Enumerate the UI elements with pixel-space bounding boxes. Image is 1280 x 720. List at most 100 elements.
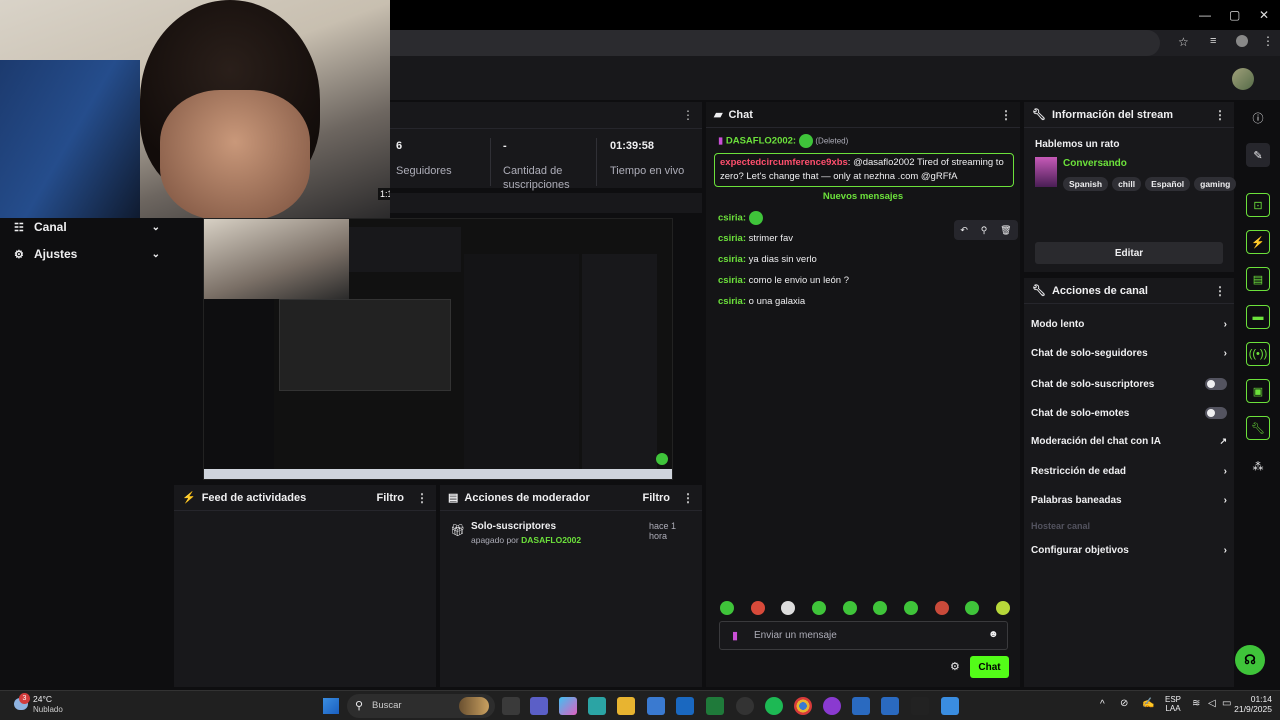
action-followers-only[interactable]: Chat de solo-seguidores › [1031,348,1227,359]
epic-games-icon[interactable] [911,697,929,715]
action-configure-goals[interactable]: Configurar objetivos › [1031,545,1227,556]
minimize-button[interactable]: — [1199,8,1211,22]
teams-icon[interactable] [530,697,548,715]
action-age-restriction[interactable]: Restricción de edad › [1031,466,1227,477]
stats-menu-icon[interactable]: ⋮ [682,108,694,122]
tag[interactable]: Spanish [1063,177,1109,191]
chrome-icon[interactable] [794,697,812,715]
taskbar-search[interactable]: ⚲ Buscar [347,694,495,718]
edit-stream-button[interactable]: Editar [1035,242,1223,264]
app-icon[interactable] [941,697,959,715]
emote-icon[interactable] [781,601,796,615]
stream-preview-video[interactable] [203,218,673,480]
tag[interactable]: gaming [1194,177,1237,191]
pin-icon[interactable]: ⚲ [981,225,988,236]
task-view-icon[interactable] [502,697,520,715]
stream-category[interactable]: Conversando [1063,158,1127,169]
app-icon[interactable] [823,697,841,715]
filter-button[interactable]: Filtro [377,492,405,504]
emote-icon[interactable] [842,601,857,615]
app-icon[interactable] [881,697,899,715]
maximize-button[interactable]: ▢ [1229,8,1240,22]
app-icon[interactable] [852,697,870,715]
weather-temp[interactable]: 24°C [33,694,52,704]
spotify-icon[interactable] [765,697,783,715]
language-indicator[interactable]: ESP LAA [1165,695,1181,713]
obs-icon[interactable] [736,697,754,715]
store-icon[interactable] [647,697,665,715]
chat-username[interactable]: DASAFLO2002: [726,136,796,147]
address-bar[interactable] [390,30,1160,56]
weather-desc[interactable]: Nublado [33,705,63,714]
action-ai-moderation[interactable]: Moderación del chat con IA ↗ [1031,436,1227,447]
volume-icon[interactable]: ◁ [1208,698,1216,709]
emote-icon[interactable] [811,601,826,615]
bookmark-star-icon[interactable]: ☆ [1178,35,1189,49]
emotes-only-toggle[interactable] [1205,407,1227,419]
filter-button[interactable]: Filtro [643,492,671,504]
battery-icon[interactable]: ▭ [1222,698,1231,709]
file-explorer-icon[interactable] [617,697,635,715]
mod-actions-menu-icon[interactable]: ⋮ [682,491,694,505]
outlook-icon[interactable] [676,697,694,715]
subscribers-only-toggle[interactable] [1205,378,1227,390]
send-chat-button[interactable]: Chat [970,656,1009,678]
scan-icon[interactable]: ⊡ [1246,193,1270,217]
document-icon[interactable]: ▤ [1246,267,1270,291]
info-icon[interactable]: ⓘ [1246,106,1270,130]
edge-icon[interactable] [588,697,606,715]
chat-input[interactable]: ▮ Enviar un mensaje ☻ [719,621,1008,650]
browser-menu-icon[interactable]: ⋮ [1262,34,1274,48]
profile-avatar[interactable] [1236,35,1248,47]
wrench-icon[interactable]: 🔧︎ [1246,416,1270,440]
mod-action-user[interactable]: DASAFLO2002 [521,535,581,545]
chat-menu-icon[interactable]: ⋮ [1000,108,1012,122]
emote-icon[interactable] [873,601,888,615]
chat-settings-gear-icon[interactable]: ⚙ [950,660,960,673]
gear-icon: ⚙ [14,248,24,261]
camera-switch-icon[interactable]: ▣ [1246,379,1270,403]
delete-icon[interactable]: 🗑︎ [1000,225,1011,236]
emote-icon[interactable] [903,601,918,615]
undo-icon[interactable]: ↶ [960,225,968,236]
chat-username[interactable]: csiria: [718,254,746,265]
nodes-icon[interactable]: ⁂ [1246,454,1270,478]
copilot-icon[interactable] [559,697,577,715]
wifi-icon[interactable]: ≋ [1192,698,1200,709]
emote-icon[interactable] [934,601,949,615]
chat-username[interactable]: csiria: [718,275,746,286]
excel-icon[interactable] [706,697,724,715]
chat-username[interactable]: expectedcircumference9xbs [720,157,848,168]
action-slow-mode[interactable]: Modo lento › [1031,319,1227,330]
stream-info-menu-icon[interactable]: ⋮ [1214,108,1226,122]
close-window-button[interactable]: ✕ [1259,8,1269,22]
bolt-icon[interactable]: ⚡ [1246,230,1270,254]
pen-icon[interactable]: ✍ [1142,698,1154,709]
emote-icon[interactable] [965,601,980,615]
action-label: Chat de solo-emotes [1031,407,1130,419]
tag[interactable]: Español [1145,177,1191,191]
windows-start-icon[interactable] [323,698,339,714]
emoji-icon[interactable]: ☻ [988,629,999,640]
action-banned-words[interactable]: Palabras baneadas › [1031,495,1227,506]
clock[interactable]: 01:14 21/9/2025 [1232,694,1272,714]
sidebar-item-canal[interactable]: ☷ Canal ⌄ [14,220,160,234]
emote-icon[interactable] [750,601,765,615]
media-controls-icon[interactable]: ≡ [1210,35,1216,47]
emote-icon[interactable] [995,601,1010,615]
tag[interactable]: chill [1112,177,1142,191]
chat-username[interactable]: csiria: [718,233,746,244]
pencil-icon[interactable]: ✎ [1246,143,1270,167]
chat-username[interactable]: csiria: [718,296,746,307]
chat-icon[interactable]: ▬ [1246,305,1270,329]
user-avatar[interactable] [1232,68,1254,90]
chevron-up-icon[interactable]: ^ [1100,699,1105,710]
chat-username[interactable]: csiria: [718,213,746,224]
emote-icon[interactable] [720,601,734,615]
sidebar-item-ajustes[interactable]: ⚙ Ajustes ⌄ [14,247,160,261]
channel-actions-menu-icon[interactable]: ⋮ [1214,284,1226,298]
support-headset-icon[interactable]: ☊ [1235,645,1265,675]
broadcast-icon[interactable]: ((•)) [1246,342,1270,366]
activity-feed-menu-icon[interactable]: ⋮ [416,491,428,505]
network-icon[interactable]: ⊘ [1120,698,1128,709]
